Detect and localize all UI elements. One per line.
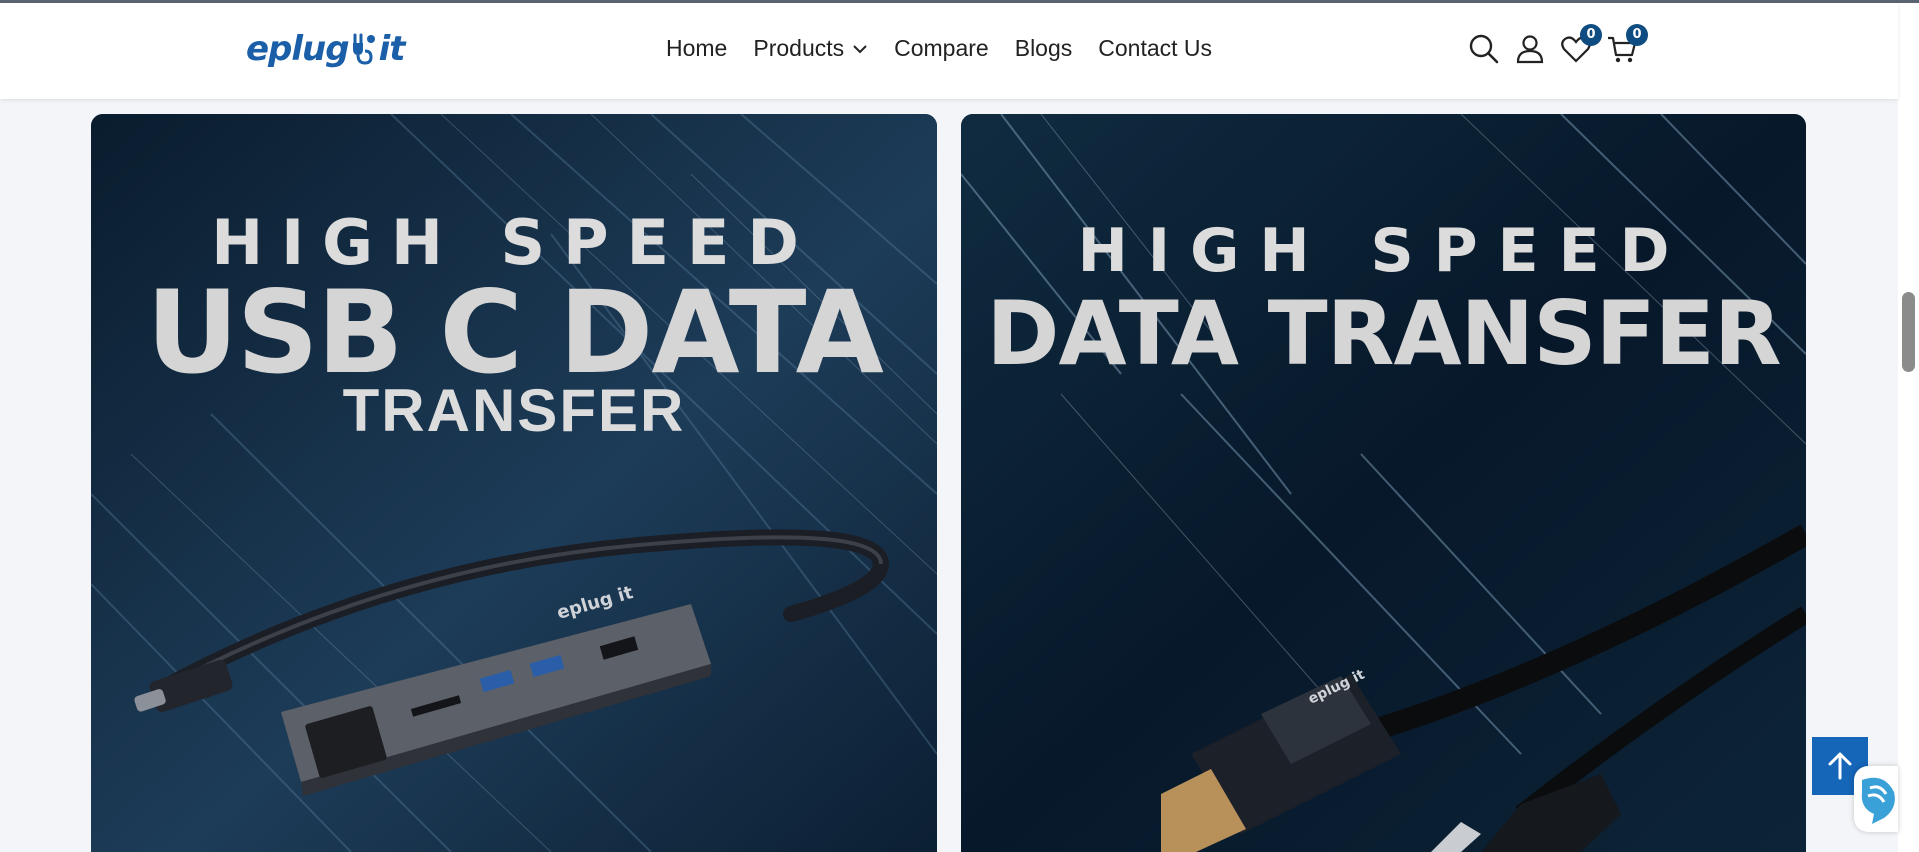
wishlist-button[interactable]: 0 [1560, 24, 1602, 65]
search-icon [1469, 34, 1499, 64]
main-nav: Home Products Compare Blogs Contact Us [666, 35, 1238, 62]
chat-widget-button[interactable] [1854, 766, 1898, 832]
search-button[interactable] [1468, 33, 1500, 65]
plug-icon [352, 33, 375, 65]
nav-compare-label: Compare [894, 35, 989, 61]
nav-contact-label: Contact Us [1098, 35, 1213, 61]
chat-widget-icon [1861, 777, 1895, 824]
banner-usb-c-hub[interactable]: HIGH SPEED USB C DATA TRANSFER eplug it [91, 114, 937, 852]
account-button[interactable] [1514, 33, 1546, 65]
logo-text-left: eplug [246, 29, 350, 69]
banner-displayport-cable[interactable]: HIGH SPEED DATA TRANSFER eplug it [961, 114, 1806, 852]
nav-home-label: Home [666, 35, 728, 61]
nav-compare[interactable]: Compare [894, 35, 989, 62]
usb-c-hub-image: eplug it [134, 529, 890, 796]
user-icon [1516, 35, 1544, 64]
nav-blogs-label: Blogs [1014, 35, 1073, 61]
page-scrollbar[interactable] [1898, 3, 1919, 852]
arrow-up-icon [1828, 752, 1852, 780]
scrollbar-thumb[interactable] [1902, 292, 1915, 372]
hub-brand-print: eplug it [555, 582, 636, 624]
nav-contact[interactable]: Contact Us [1098, 35, 1212, 62]
nav-products-label: Products [753, 35, 845, 61]
logo-text-right: it [378, 29, 406, 69]
displayport-cable-image: eplug it [1161, 524, 1806, 852]
site-header: eplug it Home Products Compare Blogs Con… [0, 3, 1898, 99]
cart-button[interactable]: 0 [1606, 24, 1648, 65]
chevron-down-icon [853, 44, 867, 53]
nav-blogs[interactable]: Blogs [1015, 35, 1073, 62]
nav-home[interactable]: Home [666, 35, 727, 62]
header-icons: 0 0 [1468, 24, 1652, 65]
cart-count-badge: 0 [1626, 24, 1648, 46]
wishlist-count-badge: 0 [1580, 24, 1602, 46]
nav-products[interactable]: Products [753, 35, 868, 62]
brand-logo[interactable]: eplug it [246, 23, 406, 75]
